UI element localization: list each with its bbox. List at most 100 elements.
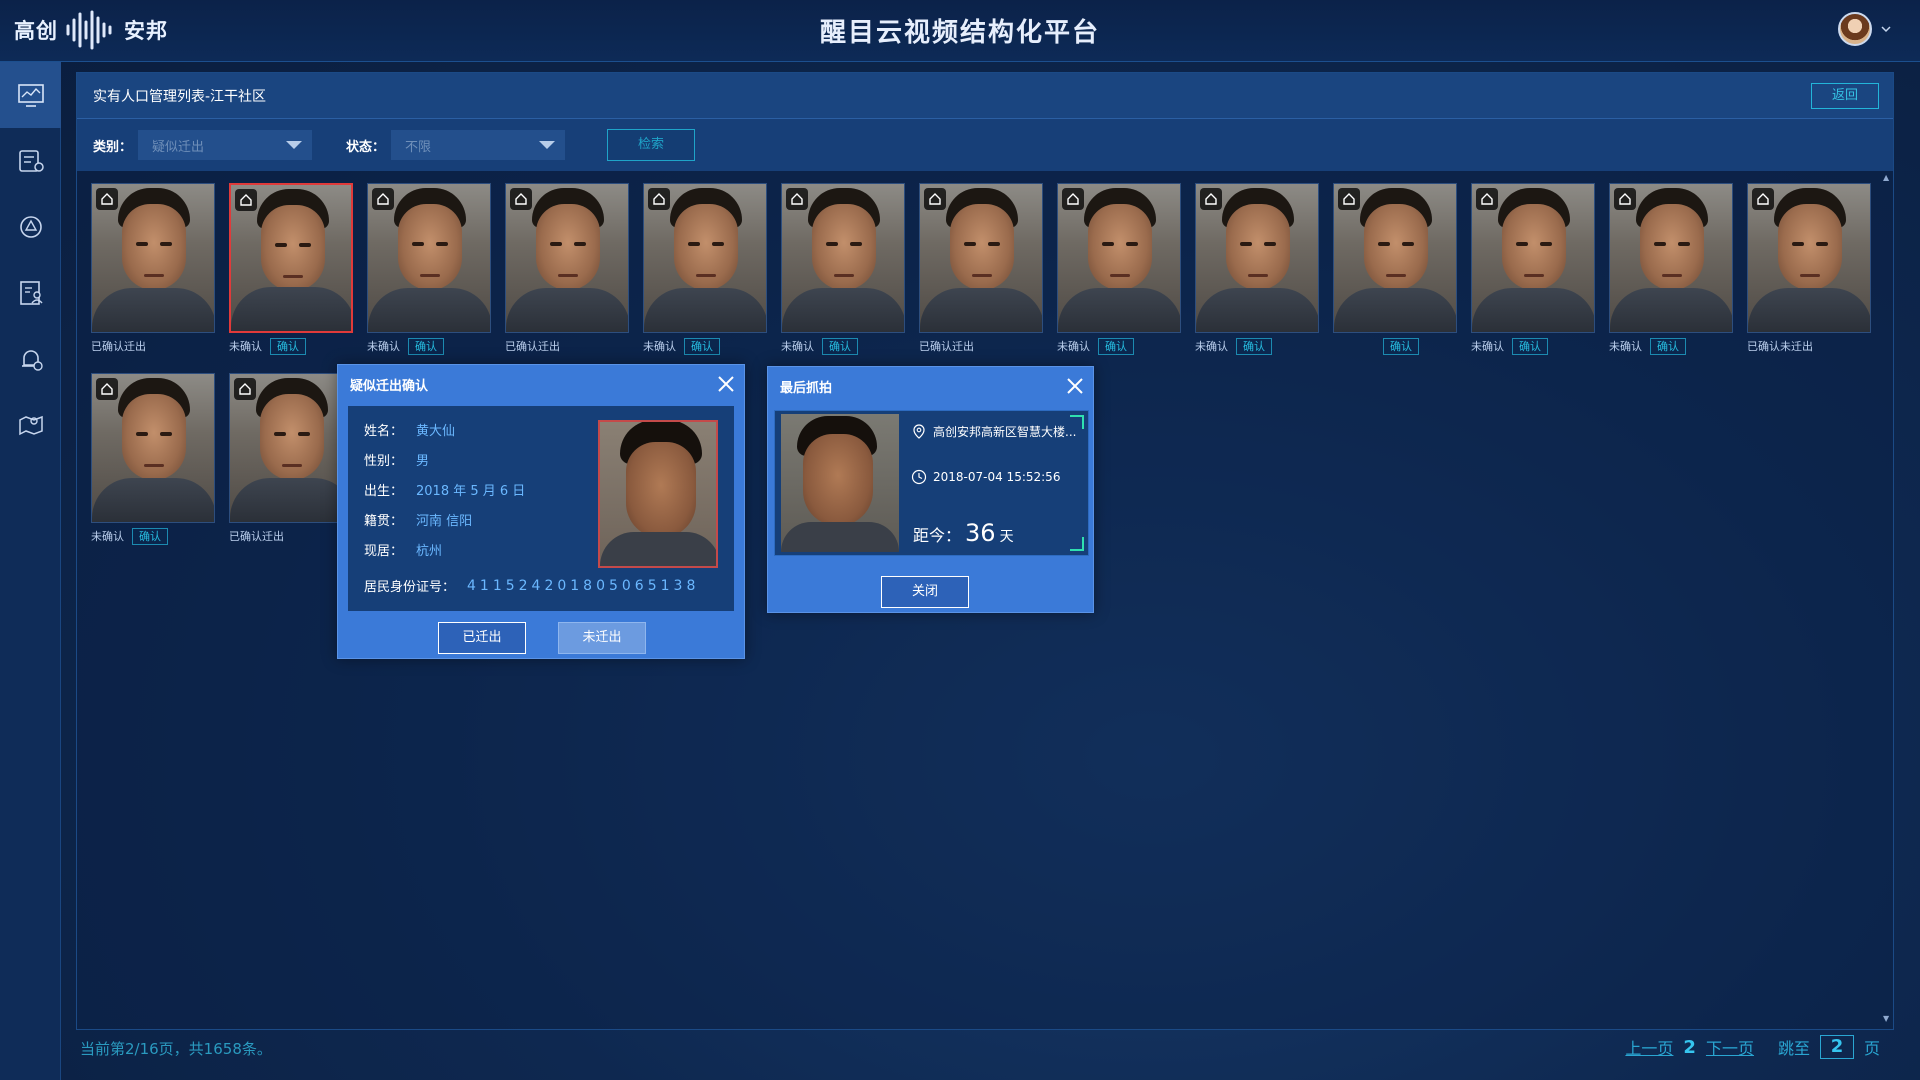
location-text: 高创安邦高新区智慧大楼... [933, 425, 1077, 439]
person-card[interactable]: 已确认迁出 [229, 373, 353, 547]
card-status-text: 已确认迁出 [229, 530, 284, 543]
status-select[interactable]: 不限 [391, 130, 566, 160]
next-page-link[interactable]: 下一页 [1706, 1035, 1754, 1059]
person-photo[interactable] [1471, 183, 1595, 333]
person-photo[interactable] [91, 183, 215, 333]
person-card[interactable]: 确认 [1333, 183, 1457, 357]
card-status-text: 未确认 [1609, 340, 1642, 353]
residence-label: 现居： [364, 544, 404, 559]
dialog-header: 疑似迁出确认 [338, 365, 744, 403]
person-card[interactable]: 未确认 确认 [1609, 183, 1733, 357]
home-icon [1338, 188, 1360, 210]
gender-row: 性别： 男 [364, 450, 429, 469]
person-card[interactable]: 已确认迁出 [919, 183, 1043, 357]
close-icon[interactable] [716, 374, 736, 394]
confirm-button[interactable]: 确认 [1236, 337, 1272, 355]
person-card[interactable]: 已确认迁出 [505, 183, 629, 357]
confirm-button[interactable]: 确认 [684, 337, 720, 355]
sidebar-item-target[interactable] [0, 194, 61, 260]
confirm-button[interactable]: 确认 [1650, 337, 1686, 355]
card-status-row: 未确认 确认 [781, 335, 905, 357]
person-card[interactable]: 未确认 确认 [781, 183, 905, 357]
confirm-button[interactable]: 确认 [132, 527, 168, 545]
sidebar-item-document-person[interactable] [0, 260, 61, 326]
person-photo[interactable] [1333, 183, 1457, 333]
person-photo[interactable] [1747, 183, 1871, 333]
confirm-button[interactable]: 确认 [1098, 337, 1134, 355]
close-icon[interactable] [1065, 376, 1085, 396]
card-status-row: 已确认迁出 [229, 525, 353, 547]
home-icon [1752, 188, 1774, 210]
sidebar-item-list-settings[interactable] [0, 128, 61, 194]
card-status-row: 已确认未迁出 [1747, 335, 1871, 357]
person-card[interactable]: 未确认 确认 [229, 183, 353, 357]
home-icon [234, 378, 256, 400]
user-menu[interactable] [1838, 12, 1892, 46]
frame-corner [1070, 537, 1084, 551]
dialog-header: 最后抓拍 [768, 367, 1093, 405]
person-card[interactable]: 未确认 确认 [1195, 183, 1319, 357]
person-portrait [598, 420, 718, 568]
chevron-down-icon[interactable] [1880, 23, 1892, 35]
prev-page-link[interactable]: 上一页 [1625, 1035, 1673, 1059]
person-card[interactable]: 未确认 确认 [1057, 183, 1181, 357]
sidebar-item-alarm[interactable] [0, 326, 61, 392]
sidebar-item-monitor[interactable] [0, 62, 61, 128]
origin-label: 籍贯： [364, 514, 404, 529]
return-button[interactable]: 返回 [1811, 83, 1879, 109]
confirm-button[interactable]: 确认 [822, 337, 858, 355]
confirm-button[interactable]: 确认 [1512, 337, 1548, 355]
person-info-panel: 姓名： 黄大仙 性别： 男 出生： 2018 年 5 月 6 日 籍贯： 河南 … [348, 406, 734, 611]
search-button[interactable]: 检索 [607, 129, 696, 161]
person-photo[interactable] [229, 183, 353, 333]
panel-title: 实有人口管理列表-江干社区 [93, 88, 267, 105]
confirm-button[interactable]: 确认 [1383, 337, 1419, 355]
since-value: 36 [965, 519, 996, 547]
origin-row: 籍贯： 河南 信阳 [364, 510, 472, 529]
category-select[interactable]: 疑似迁出 [138, 130, 313, 160]
snapshot-image [781, 414, 899, 552]
person-photo[interactable] [643, 183, 767, 333]
dropdown-arrow-icon [286, 141, 303, 149]
card-status-text: 未确认 [1057, 340, 1090, 353]
card-status-row: 已确认迁出 [91, 335, 215, 357]
days-since: 距今： 36 天 [913, 519, 1014, 547]
person-photo[interactable] [229, 373, 353, 523]
person-photo[interactable] [1195, 183, 1319, 333]
person-photo[interactable] [367, 183, 491, 333]
card-status-text: 已确认迁出 [919, 340, 974, 353]
page-unit-label: 页 [1863, 1039, 1880, 1058]
not-moved-out-button[interactable]: 未迁出 [558, 622, 646, 654]
status-label: 状态： [346, 139, 386, 155]
person-card[interactable]: 未确认 确认 [643, 183, 767, 357]
person-photo[interactable] [1609, 183, 1733, 333]
person-photo[interactable] [1057, 183, 1181, 333]
card-status-text: 未确认 [643, 340, 676, 353]
scroll-down-icon[interactable]: ▼ [1883, 1014, 1889, 1023]
home-icon [1614, 188, 1636, 210]
since-unit: 天 [999, 529, 1014, 545]
jump-page-input[interactable]: 2 [1819, 1035, 1854, 1059]
person-photo[interactable] [919, 183, 1043, 333]
person-photo[interactable] [781, 183, 905, 333]
avatar[interactable] [1838, 12, 1872, 46]
close-button[interactable]: 关闭 [881, 576, 969, 608]
filter-bar: 类别： 疑似迁出 状态： 不限 检索 [77, 119, 1893, 171]
confirm-button[interactable]: 确认 [270, 337, 306, 355]
person-card[interactable]: 已确认未迁出 [1747, 183, 1871, 357]
confirm-button[interactable]: 确认 [408, 337, 444, 355]
home-icon [1200, 188, 1222, 210]
vertical-scrollbar[interactable]: ▲ ▼ [1883, 173, 1891, 1023]
person-card[interactable]: 未确认 确认 [91, 373, 215, 547]
person-card[interactable]: 未确认 确认 [367, 183, 491, 357]
person-card[interactable]: 已确认迁出 [91, 183, 215, 357]
scroll-up-icon[interactable]: ▲ [1883, 173, 1889, 182]
person-card[interactable]: 未确认 确认 [1471, 183, 1595, 357]
card-status-text: 未确认 [1471, 340, 1504, 353]
moved-out-button[interactable]: 已迁出 [438, 622, 526, 654]
app-title: 醒目云视频结构化平台 [819, 18, 1100, 48]
person-photo[interactable] [91, 373, 215, 523]
sidebar-item-map[interactable] [0, 392, 61, 458]
home-icon [924, 188, 946, 210]
person-photo[interactable] [505, 183, 629, 333]
